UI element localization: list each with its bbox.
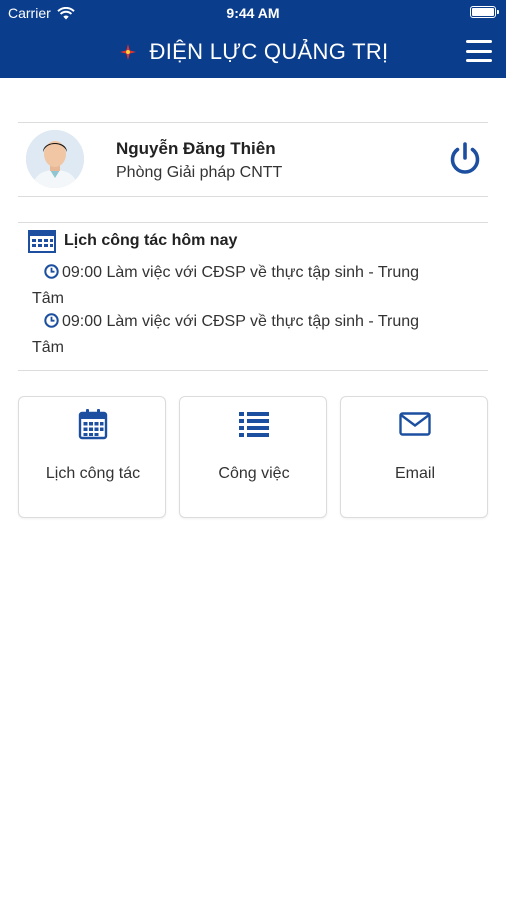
feature-tiles: Lịch công tác Công việc Email [18,396,488,518]
user-department: Phòng Giải pháp CNTT [116,164,283,181]
schedule-item[interactable]: 09:00 Làm việc với CĐSP về thực tập sinh… [32,261,472,311]
schedule-item[interactable]: 09:00 Làm việc với CĐSP về thực tập sinh… [32,310,472,360]
tile-label: Lịch công tác [45,465,141,482]
list-icon [239,412,269,437]
status-bar: Carrier 9:44 AM [0,0,506,28]
tile-work-schedule[interactable]: Lịch công tác [18,396,166,518]
battery-icon [470,6,499,18]
schedule-item-text: 09:00 Làm việc với CĐSP về thực tập sinh… [62,313,420,330]
calendar-icon [78,409,108,440]
app-header: Carrier 9:44 AM ĐIỆN LỰC QUẢNG TRỊ [0,0,506,78]
today-schedule-section: Lịch công tác hôm nay 09:00 Làm việc với… [18,223,488,371]
power-icon[interactable] [446,140,484,178]
schedule-header: Lịch công tác hôm nay [28,229,237,253]
status-time: 9:44 AM [226,5,280,21]
divider [18,196,488,197]
app-title: ĐIỆN LỰC QUẢNG TRỊ [149,39,389,64]
envelope-icon [399,412,431,436]
divider [18,370,488,371]
clock-icon [44,312,59,336]
tile-label: Email [394,465,435,482]
avatar[interactable] [26,130,84,188]
user-name: Nguyễn Đăng Thiên [116,139,276,158]
user-profile-card: Nguyễn Đăng Thiên Phòng Giải pháp CNTT [18,123,488,197]
app-title-group: ĐIỆN LỰC QUẢNG TRỊ [0,39,506,65]
calendar-icon [28,230,56,253]
tile-tasks[interactable]: Công việc [179,396,327,518]
tile-label: Công việc [218,465,290,482]
schedule-item-text-cont: Tâm [32,290,64,307]
star-logo-icon [119,44,136,60]
schedule-title: Lịch công tác hôm nay [64,232,238,249]
tile-email[interactable]: Email [340,396,488,518]
hamburger-menu-icon[interactable] [466,40,492,62]
schedule-item-text: 09:00 Làm việc với CĐSP về thực tập sinh… [62,264,420,281]
schedule-item-text-cont: Tâm [32,339,64,356]
clock-icon [44,263,59,287]
nav-bar: ĐIỆN LỰC QUẢNG TRỊ [0,34,506,70]
